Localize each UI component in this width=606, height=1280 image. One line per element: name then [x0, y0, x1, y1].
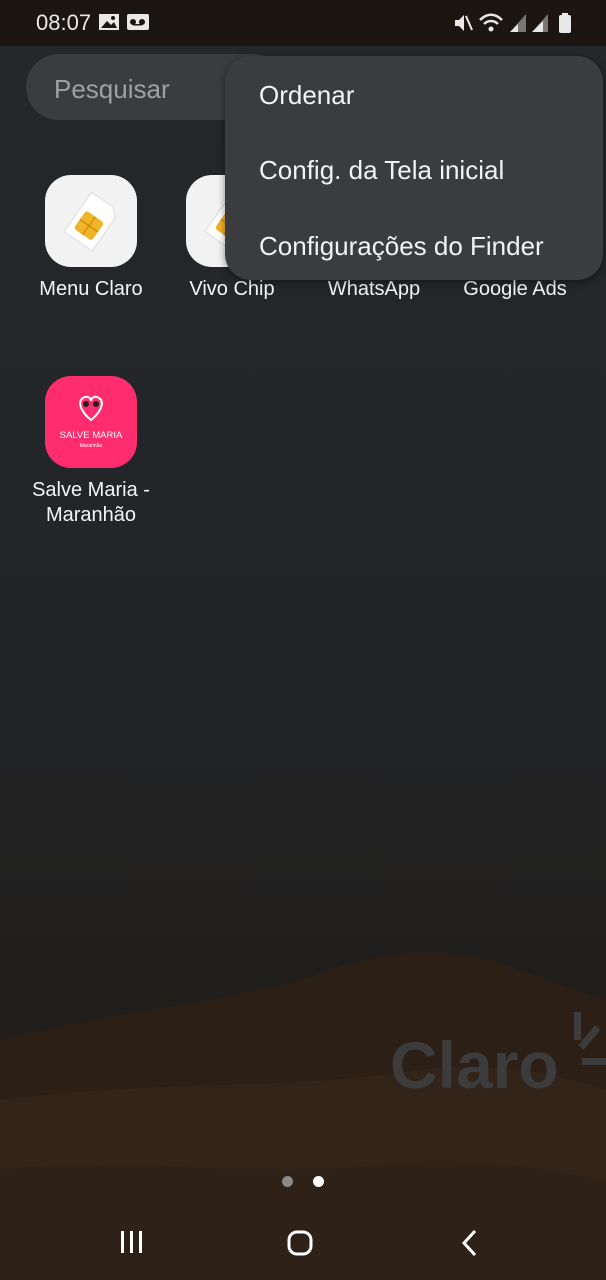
status-clock: 08:07 — [36, 10, 92, 35]
svg-text:SALVE MARIA: SALVE MARIA — [60, 430, 123, 441]
page-dot[interactable] — [282, 1176, 293, 1187]
search-placeholder: Pesquisar — [54, 74, 170, 104]
menu-item-sort[interactable]: Ordenar — [259, 80, 354, 111]
mute-icon — [455, 15, 473, 31]
page-indicator — [280, 1175, 330, 1187]
signal-icon — [532, 14, 548, 32]
options-menu: Ordenar Config. da Tela inicial Configur… — [225, 56, 603, 280]
svg-text:Maranhão: Maranhão — [80, 443, 103, 449]
claro-logo: Claro — [390, 1012, 606, 1100]
gallery-icon — [99, 14, 119, 30]
recent-apps-icon[interactable] — [118, 1229, 146, 1255]
wifi-icon — [479, 13, 503, 32]
menu-item-finder-settings[interactable]: Configurações do Finder — [259, 231, 544, 262]
signal-icon — [510, 14, 526, 32]
home-icon[interactable] — [286, 1229, 314, 1257]
voicemail-icon — [127, 14, 149, 30]
app-label: Vivo Chip — [189, 278, 275, 300]
sim-card-icon — [45, 175, 137, 267]
app-salve-maria[interactable]: SALVE MARIA Maranhão Salve Maria - Maran… — [21, 376, 161, 528]
battery-icon — [559, 13, 571, 33]
back-icon[interactable] — [460, 1229, 480, 1257]
app-menu-claro[interactable]: Menu Claro — [21, 175, 161, 302]
menu-item-home-screen-settings[interactable]: Config. da Tela inicial — [259, 155, 504, 186]
page-dot-current[interactable] — [313, 1176, 324, 1187]
app-label: Salve Maria - Maranhão — [32, 479, 150, 526]
svg-text:Claro: Claro — [390, 1028, 559, 1100]
app-label: Google Ads — [463, 278, 567, 300]
app-label: WhatsApp — [327, 278, 421, 300]
app-label: Menu Claro — [39, 278, 143, 300]
navigation-bar — [0, 1205, 606, 1280]
salve-maria-icon: SALVE MARIA Maranhão — [45, 376, 137, 468]
status-bar: 08:07 — [0, 0, 606, 46]
